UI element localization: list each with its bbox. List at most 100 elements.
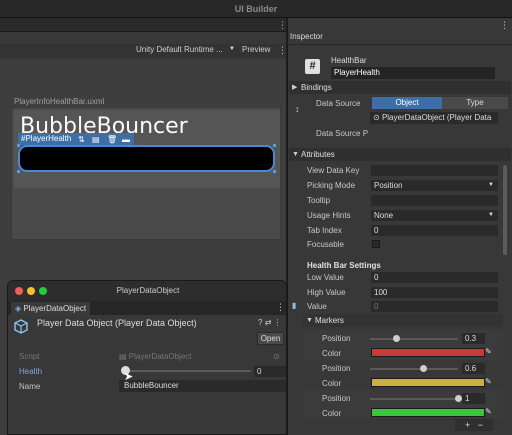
selected-element-tag[interactable]: #PlayerHealth ⇅ ▤ 🗑 ▬ [18, 133, 134, 145]
marker-position-slider[interactable] [370, 368, 458, 370]
canvas-header-bar [0, 18, 286, 32]
toolbar-menu-icon[interactable]: ⋮ [278, 45, 287, 56]
health-bar-settings-heading: Health Bar Settings [307, 261, 381, 270]
marker-color-label: Color [322, 379, 342, 388]
document-label: PlayerInfoHealthBar.uxml [14, 97, 105, 106]
script-value: PlayerDataObject [128, 352, 192, 361]
remove-marker-button[interactable]: − [478, 420, 483, 430]
markers-section[interactable]: ▼ Markers [303, 314, 503, 327]
marker-position-value[interactable]: 0.3 [462, 333, 485, 344]
value-field[interactable]: 0 [371, 301, 498, 312]
name-label: Name [19, 382, 41, 391]
marker-color-label: Color [322, 409, 342, 418]
low-value-field[interactable]: 0 [371, 272, 498, 283]
inspector-tab[interactable]: Inspector [287, 32, 323, 44]
selected-element-name: #PlayerHealth [21, 134, 72, 143]
health-slider[interactable] [125, 370, 251, 372]
resize-handle[interactable] [273, 170, 276, 173]
marker-position-slider[interactable] [370, 398, 458, 400]
marker-position-value[interactable]: 0.6 [462, 363, 485, 374]
bindings-section[interactable]: ▶ Bindings [289, 81, 511, 94]
marker-color-swatch[interactable] [371, 348, 485, 357]
eyedropper-icon[interactable]: ✎ [485, 347, 492, 356]
focusable-label: Focusable [307, 240, 344, 249]
minimize-window-icon[interactable] [27, 287, 35, 295]
tab-index-label: Tab Index [307, 226, 342, 235]
binding-link-icon: ↕ [295, 104, 300, 114]
resize-handle[interactable] [17, 144, 20, 147]
dropdown-arrow-icon[interactable]: ▼ [488, 182, 494, 188]
high-value-field[interactable]: 100 [371, 287, 498, 298]
collapse-arrow-icon[interactable]: ▼ [292, 148, 299, 161]
object-picker-icon: ⊙ [273, 352, 280, 361]
more-icon[interactable]: ⋮ [274, 318, 282, 327]
inspector-divider [288, 44, 512, 45]
resize-handle[interactable] [273, 144, 276, 147]
open-button[interactable]: Open [257, 332, 284, 345]
name-field[interactable]: BubbleBouncer [119, 380, 286, 392]
help-icon[interactable]: ? [258, 318, 262, 327]
data-source-label: Data Source [316, 99, 361, 108]
marker-position-knob[interactable] [419, 365, 427, 372]
health-value-field[interactable]: 0 [254, 366, 286, 377]
add-marker-button[interactable]: + [465, 420, 470, 430]
preset-icon[interactable]: ⇄ [265, 318, 272, 327]
marker-position-value[interactable]: 1 [462, 393, 485, 404]
pdo-tab-label: PlayerDataObject [23, 304, 87, 313]
data-source-type-button[interactable]: Type [442, 97, 508, 109]
resize-handle[interactable] [17, 170, 20, 173]
tab-index-field[interactable]: 0 [371, 225, 498, 236]
marker-list-footer: + − [455, 419, 493, 431]
preview-button[interactable]: Preview [242, 45, 270, 54]
mouse-cursor-icon: ➤ [124, 371, 134, 383]
marker-position-slider[interactable] [370, 338, 458, 340]
expand-arrow-icon[interactable]: ▶ [292, 81, 297, 94]
element-type-icon: # [305, 59, 320, 74]
focusable-checkbox[interactable] [372, 240, 380, 248]
picking-mode-dropdown[interactable]: Position [371, 180, 498, 191]
object-icon: ⊙ [373, 113, 380, 122]
marker-color-swatch[interactable] [371, 408, 485, 417]
tooltip-field[interactable] [371, 195, 498, 206]
marker-color-swatch[interactable] [371, 378, 485, 387]
view-data-key-field[interactable] [371, 165, 498, 176]
theme-dropdown[interactable]: Unity Default Runtime ... [136, 45, 223, 54]
pdo-tab-menu-icon[interactable]: ⋮ [276, 302, 285, 313]
maximize-window-icon[interactable] [39, 287, 47, 295]
value-label: Value [307, 302, 327, 311]
close-window-icon[interactable] [15, 287, 23, 295]
scriptable-object-icon [14, 319, 28, 334]
cube-icon: ◈ [15, 304, 22, 313]
pdo-window-title[interactable]: PlayerDataObject [8, 281, 286, 301]
inspector-menu-icon[interactable]: ⋮ [500, 20, 509, 31]
marker-position-label: Position [322, 394, 351, 403]
eyedropper-icon[interactable]: ✎ [485, 377, 492, 386]
attributes-section[interactable]: ▼ Attributes [289, 148, 511, 161]
health-bar-element[interactable] [17, 144, 276, 173]
picking-mode-label: Picking Mode [307, 181, 356, 190]
collapse-arrow-icon[interactable]: ▼ [306, 314, 313, 327]
marker-color-label: Color [322, 349, 342, 358]
usage-hints-label: Usage Hints [307, 211, 351, 220]
canvas-menu-icon[interactable]: ⋮ [278, 20, 287, 31]
data-source-field[interactable]: ⊙ PlayerDataObject (Player Data [370, 112, 498, 124]
element-name-field[interactable]: PlayerHealth [331, 67, 495, 79]
pdo-tab[interactable]: ◈ PlayerDataObject [11, 302, 91, 315]
inspector-scrollbar[interactable] [503, 165, 507, 255]
high-value-label: High Value [307, 288, 346, 297]
theme-dropdown-arrow-icon[interactable]: ▼ [229, 46, 235, 52]
view-data-key-label: View Data Key [307, 166, 360, 175]
player-data-object-window: PlayerDataObject ◈ PlayerDataObject ⋮ Pl… [7, 280, 287, 435]
low-value-label: Low Value [307, 273, 344, 282]
data-source-object-button[interactable]: Object [372, 97, 442, 109]
dropdown-arrow-icon[interactable]: ▼ [488, 212, 494, 218]
data-source-path-label: Data Source P [316, 129, 369, 138]
pdo-header-title: Player Data Object (Player Data Object) [37, 318, 197, 328]
usage-hints-dropdown[interactable]: None [371, 210, 498, 221]
eyedropper-icon[interactable]: ✎ [485, 407, 492, 416]
marker-position-label: Position [322, 364, 351, 373]
health-label: Health [19, 367, 43, 376]
marker-position-label: Position [322, 334, 351, 343]
window-title: UI Builder [0, 0, 512, 18]
marker-position-knob[interactable] [455, 395, 462, 402]
